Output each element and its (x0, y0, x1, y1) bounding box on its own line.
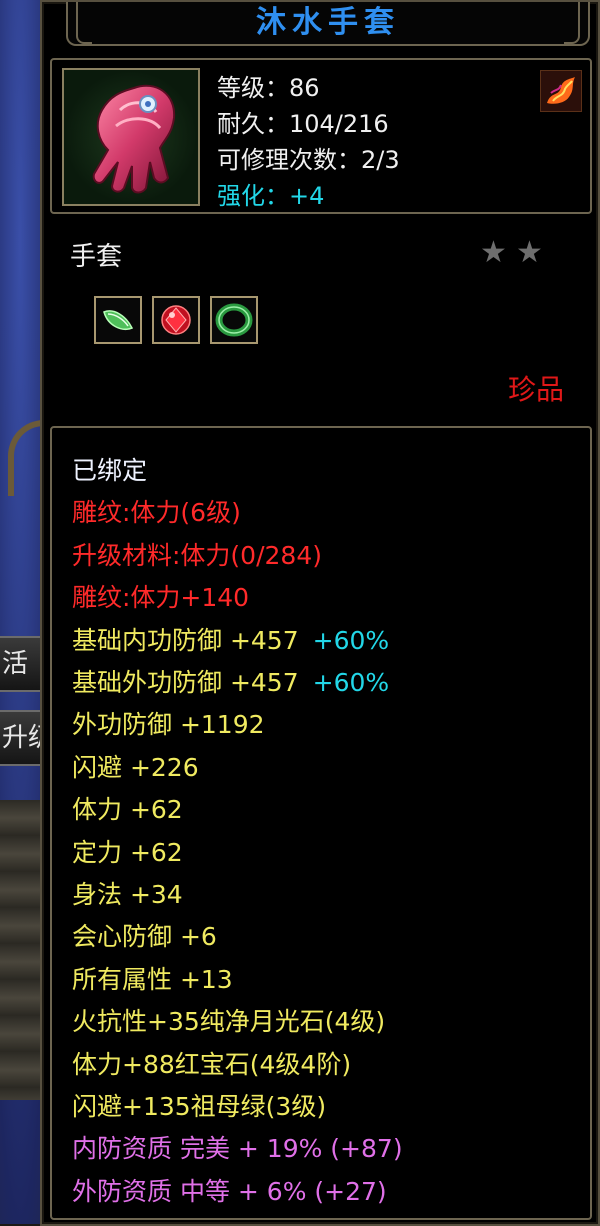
item-tooltip: 沐水手套 等级：86 耐久：104/216 可修理次数：2/3 强化：+4 手套… (40, 0, 600, 1226)
attribute-line: 内防资质 完美 + 19% (+87) (72, 1134, 403, 1164)
attribute-text: 闪避+135祖母绿(3级) (72, 1092, 327, 1121)
attribute-text: 已绑定 (72, 456, 148, 485)
item-info-box: 等级：86 耐久：104/216 可修理次数：2/3 强化：+4 (50, 58, 592, 214)
ruby-gem-icon[interactable] (152, 296, 200, 344)
emerald-ring-icon[interactable] (210, 296, 258, 344)
attribute-text: 雕纹:体力(6级) (72, 498, 241, 528)
star-icon: ★ (516, 235, 543, 270)
attribute-line: 外功防御 +1192 (72, 710, 265, 740)
attribute-text: 基础外功防御 +457 (72, 668, 299, 697)
attribute-line: 已绑定 (72, 456, 147, 486)
attribute-line: 雕纹:体力+140 (72, 583, 249, 613)
background-menu-button[interactable]: 活 (0, 636, 44, 692)
attribute-line: 会心防御 +6 (72, 922, 217, 952)
attribute-text: 雕纹:体力+140 (72, 583, 250, 613)
attribute-text: 升级材料:体力(0/284) (72, 540, 322, 570)
attribute-line: 基础内功防御 +457 +60% (72, 626, 389, 656)
attribute-line: 身法 +34 (72, 880, 183, 910)
attribute-text: 体力 +62 (72, 795, 183, 825)
attribute-line: 体力 +62 (72, 795, 183, 825)
attribute-bonus: +60% (312, 625, 390, 655)
rarity-label: 珍品 (507, 373, 564, 406)
star-icon: ★ (480, 235, 507, 270)
attribute-line: 闪避+135祖母绿(3级) (72, 1092, 326, 1122)
attribute-line: 体力+88红宝石(4级4阶) (72, 1050, 351, 1080)
background-upgrade-button[interactable]: 升级 (0, 710, 44, 766)
attribute-line: 升级材料:体力(0/284) (72, 541, 322, 571)
item-enhance: 强化：+4 (217, 182, 325, 210)
attribute-text: 定力 +62 (72, 837, 183, 867)
item-level: 等级：86 (217, 74, 320, 102)
attribute-text: 会心防御 +6 (72, 922, 217, 952)
title-ornament-right (564, 2, 580, 44)
attribute-text: 内防资质 完美 + 19% (+87) (72, 1134, 403, 1164)
item-durability: 耐久：104/216 (217, 110, 389, 138)
attribute-text: 火抗性+35纯净月光石(4级) (72, 1007, 386, 1037)
attribute-line: 所有属性 +13 (72, 965, 233, 995)
attribute-line: 定力 +62 (72, 838, 183, 868)
attribute-text: 所有属性 +13 (72, 964, 233, 994)
attributes-box: 已绑定雕纹:体力(6级) 升级材料:体力(0/284) 雕纹:体力+140 基础内功防… (50, 426, 592, 1220)
title-ornament-left (76, 2, 92, 44)
item-name: 沐水手套 (256, 5, 400, 40)
attribute-text: 闪避 +226 (72, 752, 199, 782)
attribute-text: 基础内功防御 +457 (72, 625, 299, 655)
fire-dragon-icon (540, 70, 582, 112)
attribute-line: 闪避 +226 (72, 753, 199, 783)
attribute-text: 身法 +34 (72, 880, 183, 909)
background-pillar (0, 800, 42, 1100)
attribute-line: 基础外功防御 +457 +60% (72, 668, 389, 698)
attribute-text: 外功防御 +1192 (72, 710, 265, 740)
attribute-line: 外防资质 中等 + 6% (+27) (72, 1177, 387, 1207)
item-type: 手套 (70, 242, 123, 272)
attribute-bonus: +60% (312, 668, 390, 697)
green-jade-icon[interactable] (94, 296, 142, 344)
title-bar: 沐水手套 (66, 2, 590, 46)
attribute-line: 雕纹:体力(6级) (72, 498, 241, 528)
attribute-text: 体力+88红宝石(4级4阶) (72, 1049, 352, 1079)
gauntlet-icon (62, 68, 200, 206)
item-repair-count: 可修理次数：2/3 (217, 146, 400, 174)
attribute-text: 外防资质 中等 + 6% (+27) (72, 1176, 387, 1206)
attribute-line: 火抗性+35纯净月光石(4级) (72, 1007, 385, 1037)
